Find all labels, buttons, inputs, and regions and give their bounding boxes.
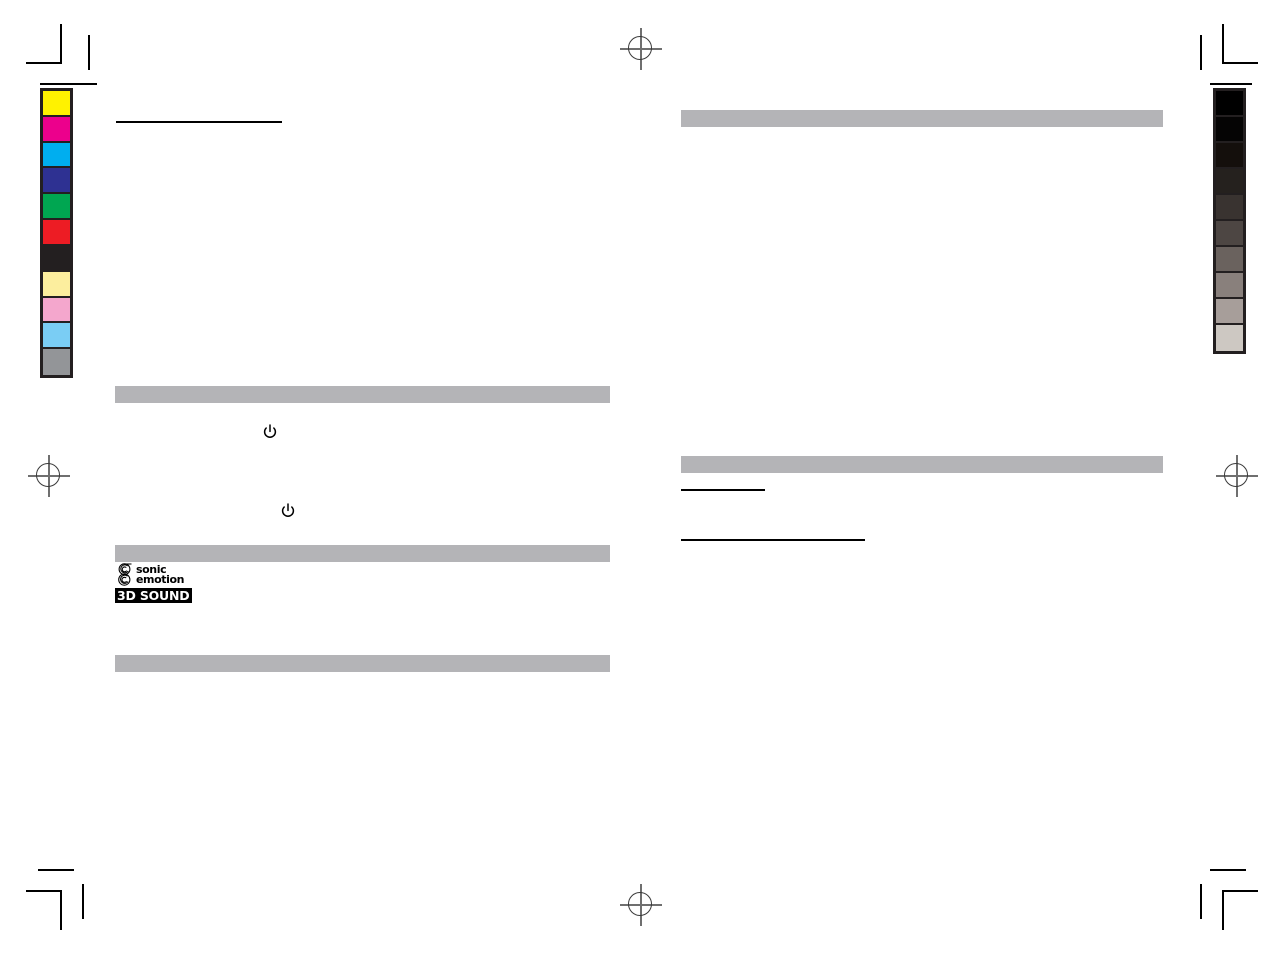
sonic-emotion-logo: sonic emotion 3D SOUND bbox=[115, 563, 193, 605]
logo-wordmark-row: sonic emotion bbox=[115, 563, 187, 587]
section-bar-controls bbox=[115, 386, 610, 403]
sonic-emotion-spiral-icon bbox=[115, 563, 135, 587]
left-text-column: sonic emotion 3D SOUND bbox=[0, 0, 640, 954]
logo-3d-sound-badge: 3D SOUND bbox=[115, 588, 193, 603]
section-bar-specifications bbox=[681, 110, 1163, 127]
logo-wordmark: sonic emotion bbox=[136, 564, 185, 586]
subheading-underline-1 bbox=[681, 489, 765, 491]
section-bar-notes bbox=[681, 456, 1163, 473]
section-bar-troubleshoot bbox=[115, 655, 610, 672]
proof-sheet: sonic emotion 3D SOUND bbox=[0, 0, 1284, 954]
title-underline bbox=[116, 121, 282, 123]
right-text-column bbox=[640, 0, 1284, 954]
logo-line-emotion: emotion bbox=[136, 573, 185, 586]
power-standby-icon-1 bbox=[262, 424, 278, 440]
section-bar-3dsound bbox=[115, 545, 610, 562]
power-standby-icon-2 bbox=[280, 503, 296, 519]
subheading-underline-2 bbox=[681, 539, 865, 541]
